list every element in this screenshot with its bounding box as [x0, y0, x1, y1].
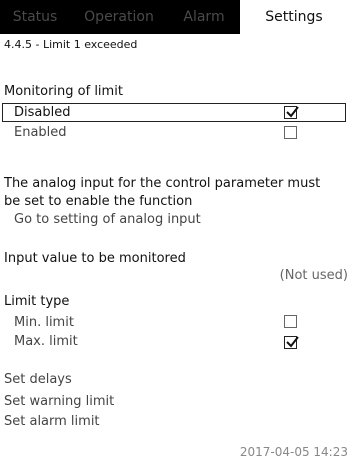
tab-operation[interactable]: Operation — [70, 0, 168, 34]
max-limit-label[interactable]: Max. limit — [14, 334, 78, 349]
checkmark-icon — [286, 106, 299, 118]
min-limit-label[interactable]: Min. limit — [14, 315, 74, 330]
set-delays-link[interactable]: Set delays — [4, 372, 72, 387]
set-alarm-limit-link[interactable]: Set alarm limit — [4, 414, 100, 429]
tab-alarm[interactable]: Alarm — [168, 0, 240, 34]
option-enabled-label[interactable]: Enabled — [14, 125, 67, 140]
option-disabled-checkbox[interactable] — [284, 106, 299, 119]
tab-status[interactable]: Status — [0, 0, 70, 34]
max-limit-checkbox[interactable] — [284, 336, 299, 349]
info-line-2: be set to enable the function — [4, 194, 193, 209]
option-enabled-checkbox[interactable] — [284, 126, 297, 139]
min-limit-checkbox[interactable] — [284, 315, 297, 328]
input-value-label: Input value to be monitored — [4, 251, 186, 266]
monitoring-heading: Monitoring of limit — [4, 84, 123, 99]
tab-settings[interactable]: Settings — [240, 0, 348, 34]
info-line-1: The analog input for the control paramet… — [4, 176, 321, 191]
breadcrumb: 4.4.5 - Limit 1 exceeded — [4, 38, 138, 51]
timestamp: 2017-04-05 14:23 — [239, 445, 348, 459]
option-disabled-label[interactable]: Disabled — [14, 105, 70, 120]
checkmark-icon — [286, 336, 299, 348]
limit-type-heading: Limit type — [4, 294, 70, 309]
tab-bar: Status Operation Alarm Settings — [0, 0, 348, 34]
analog-input-link[interactable]: Go to setting of analog input — [14, 212, 201, 227]
input-value[interactable]: (Not used) — [280, 268, 348, 283]
set-warning-limit-link[interactable]: Set warning limit — [4, 394, 114, 409]
